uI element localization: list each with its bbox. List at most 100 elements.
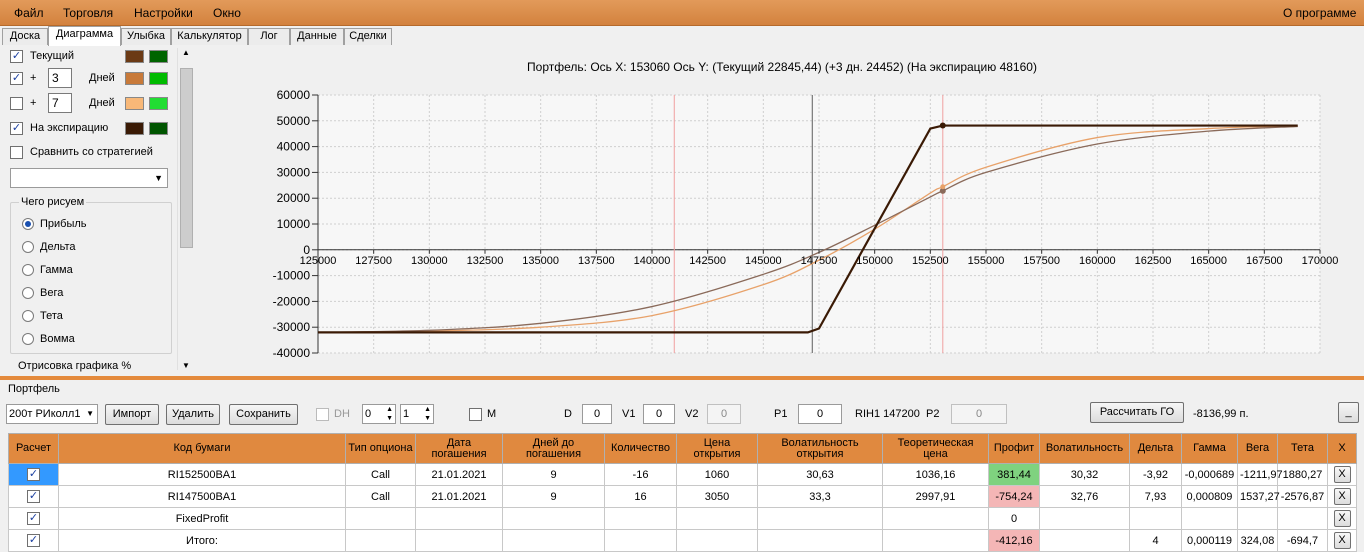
table-cell [1181, 507, 1238, 530]
save-button[interactable]: Сохранить [229, 404, 298, 425]
tab-board[interactable]: Доска [2, 28, 48, 45]
portfolio-select[interactable]: 200т РИколл1 ▼ [6, 404, 98, 424]
remove-row-button[interactable]: X [1333, 532, 1351, 549]
radio-vega[interactable] [22, 287, 34, 299]
plus1-color-2[interactable] [149, 72, 168, 85]
column-header[interactable]: X [1327, 433, 1357, 464]
tab-data[interactable]: Данные [290, 28, 344, 45]
menu-settings[interactable]: Настройки [134, 6, 193, 20]
column-header[interactable]: Расчет [8, 433, 59, 464]
compare-checkbox[interactable] [10, 146, 23, 159]
plus-days-2-checkbox[interactable] [10, 97, 23, 110]
remove-row-cell[interactable]: X [1327, 507, 1357, 530]
column-header[interactable]: Дней до погашения [502, 433, 605, 464]
x-tick-label: 170000 [1302, 255, 1339, 267]
column-header[interactable]: Цена открытия [676, 433, 758, 464]
remove-row-cell[interactable]: X [1327, 485, 1357, 508]
expiry-color-2[interactable] [149, 122, 168, 135]
calc-go-button[interactable]: Рассчитать ГО [1090, 402, 1184, 423]
radio-gamma[interactable] [22, 264, 34, 276]
remove-row-button[interactable]: X [1333, 510, 1351, 527]
v1-input[interactable]: 0 [643, 404, 675, 424]
radio-delta-label: Дельта [40, 241, 76, 253]
plus-sign-1: + [30, 72, 37, 84]
column-header[interactable]: Количество [604, 433, 677, 464]
radio-delta[interactable] [22, 241, 34, 253]
spin-1[interactable]: 0 ▲ ▼ [362, 404, 396, 424]
p2-input[interactable]: 0 [951, 404, 1007, 424]
current-checkbox[interactable]: ✓ [10, 50, 23, 63]
table-row[interactable]: ✓ Итого: -412,16 4 0,000119 324,08 -694,7 X [8, 529, 1357, 552]
column-header[interactable]: Профит [988, 433, 1040, 464]
column-header[interactable]: Код бумаги [58, 433, 346, 464]
delete-button[interactable]: Удалить [166, 404, 220, 425]
spin-2[interactable]: 1 ▲ ▼ [400, 404, 434, 424]
remove-row-cell[interactable]: X [1327, 529, 1357, 552]
column-header[interactable]: Дата погашения [415, 433, 503, 464]
collapse-button[interactable]: _ [1338, 402, 1359, 423]
calc-checkbox[interactable]: ✓ [27, 490, 40, 503]
plus2-color-1[interactable] [125, 97, 144, 110]
calc-checkbox[interactable]: ✓ [27, 534, 40, 547]
tab-smile[interactable]: Улыбка [121, 28, 171, 45]
plus-days-1-input[interactable]: 3 [48, 68, 72, 88]
calc-checkbox-cell[interactable]: ✓ [8, 485, 59, 508]
strategy-select[interactable]: ▼ [10, 168, 168, 188]
calc-checkbox-cell[interactable]: ✓ [8, 529, 59, 552]
column-header[interactable]: Волатильность открытия [757, 433, 883, 464]
options-scrollbar[interactable]: ▲ ▼ [177, 48, 194, 370]
menu-about[interactable]: О программе [1283, 6, 1356, 20]
remove-row-button[interactable]: X [1333, 488, 1351, 505]
column-header[interactable]: Гамма [1181, 433, 1238, 464]
table-row[interactable]: ✓ RI147500BA1 Call 21.01.2021 9 16 3050 33,3 299… [8, 485, 1357, 508]
dh-label: DH [334, 408, 350, 420]
column-header[interactable]: Тета [1277, 433, 1328, 464]
plus2-color-2[interactable] [149, 97, 168, 110]
calc-checkbox-cell[interactable]: ✓ [8, 463, 59, 486]
column-header[interactable]: Вега [1237, 433, 1278, 464]
current-color-2[interactable] [149, 50, 168, 63]
scroll-thumb[interactable] [180, 68, 193, 248]
remove-row-button[interactable]: X [1333, 466, 1351, 483]
plus-days-2-input[interactable]: 7 [48, 93, 72, 113]
plus-days-1-checkbox[interactable]: ✓ [10, 72, 23, 85]
v2-input[interactable]: 0 [707, 404, 741, 424]
tab-diagram[interactable]: Диаграмма [48, 26, 121, 46]
x-tick-label: 132500 [467, 255, 504, 267]
expiry-checkbox[interactable]: ✓ [10, 122, 23, 135]
tab-log[interactable]: Лог [248, 28, 290, 45]
calc-checkbox-cell[interactable]: ✓ [8, 507, 59, 530]
p1-input[interactable]: 0 [798, 404, 842, 424]
menu-trading[interactable]: Торговля [63, 6, 113, 20]
table-row[interactable]: ✓ FixedProfit 0 X [8, 507, 1357, 530]
spin-arrows-icon[interactable]: ▲ ▼ [424, 405, 431, 423]
tab-calculator[interactable]: Калькулятор [171, 28, 248, 45]
dh-checkbox[interactable] [316, 408, 329, 421]
spin-arrows-icon[interactable]: ▲ ▼ [386, 405, 393, 423]
column-header[interactable]: Теоретическая цена [882, 433, 989, 464]
radio-vomma[interactable] [22, 333, 34, 345]
calc-checkbox[interactable]: ✓ [27, 468, 40, 481]
column-header[interactable]: Волатильность [1039, 433, 1130, 464]
radio-profit[interactable] [22, 218, 34, 230]
tab-deals[interactable]: Сделки [344, 28, 392, 45]
expiry-color-1[interactable] [125, 122, 144, 135]
table-cell: 21.01.2021 [415, 485, 503, 508]
menu-file[interactable]: Файл [14, 6, 44, 20]
scroll-down-icon[interactable]: ▼ [182, 361, 190, 370]
column-header[interactable]: Дельта [1129, 433, 1182, 464]
plus1-color-1[interactable] [125, 72, 144, 85]
panel-splitter[interactable] [0, 376, 1364, 380]
d-input[interactable]: 0 [582, 404, 612, 424]
menu-window[interactable]: Окно [213, 6, 241, 20]
current-color-1[interactable] [125, 50, 144, 63]
import-button[interactable]: Импорт [105, 404, 159, 425]
m-checkbox[interactable] [469, 408, 482, 421]
radio-theta[interactable] [22, 310, 34, 322]
scroll-up-icon[interactable]: ▲ [182, 48, 190, 57]
calc-checkbox[interactable]: ✓ [27, 512, 40, 525]
remove-row-cell[interactable]: X [1327, 463, 1357, 486]
table-row[interactable]: ✓ RI152500BA1 Call 21.01.2021 9 -16 1060 30,63 1… [8, 463, 1357, 486]
column-header[interactable]: Тип опциона [345, 433, 416, 464]
plus-sign-2: + [30, 97, 37, 109]
